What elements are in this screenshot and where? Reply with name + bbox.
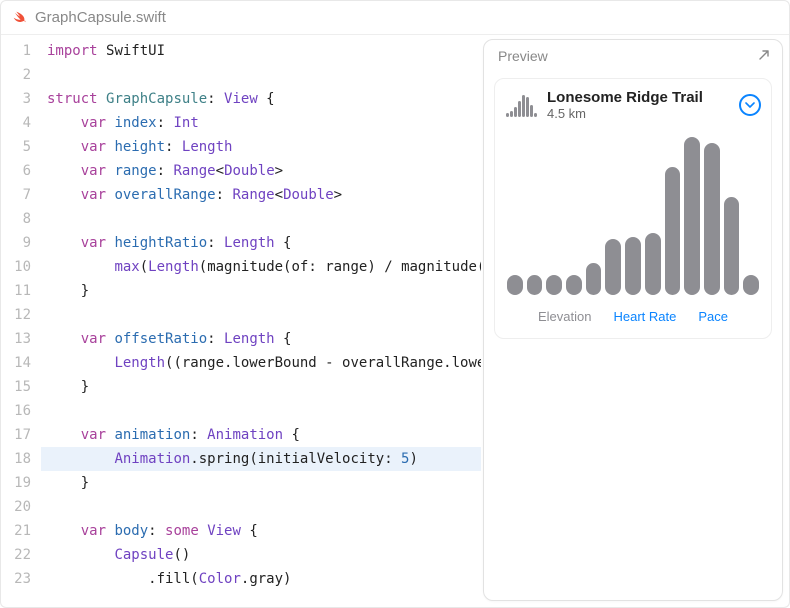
preview-header: Preview <box>484 40 782 70</box>
code-line[interactable]: Animation.spring(initialVelocity: 5) <box>41 447 481 471</box>
code-line[interactable] <box>41 207 481 231</box>
code-line[interactable]: var animation: Animation { <box>41 423 481 447</box>
line-number: 10 <box>1 255 31 279</box>
code-line[interactable]: max(Length(magnitude(of: range) / magnit… <box>41 255 481 279</box>
trail-thumb-icon <box>505 91 537 119</box>
chart-capsule <box>586 263 602 295</box>
code-line[interactable]: struct GraphCapsule: View { <box>41 87 481 111</box>
code-line[interactable] <box>41 495 481 519</box>
chart-capsule <box>507 275 523 295</box>
tab-elevation[interactable]: Elevation <box>538 309 591 324</box>
line-number: 21 <box>1 519 31 543</box>
line-number: 3 <box>1 87 31 111</box>
line-number: 12 <box>1 303 31 327</box>
chart-capsule <box>605 239 621 295</box>
swift-file-icon <box>11 10 27 26</box>
line-number: 15 <box>1 375 31 399</box>
line-number: 17 <box>1 423 31 447</box>
content-row: 1234567891011121314151617181920212223 im… <box>1 35 789 607</box>
line-number: 8 <box>1 207 31 231</box>
elevation-chart <box>505 135 761 295</box>
line-number: 22 <box>1 543 31 567</box>
code-area[interactable]: import SwiftUI struct GraphCapsule: View … <box>41 39 481 607</box>
line-number: 23 <box>1 567 31 591</box>
chart-tabs: Elevation Heart Rate Pace <box>505 309 761 324</box>
preview-panel: Preview <box>483 39 783 601</box>
code-line[interactable]: var heightRatio: Length { <box>41 231 481 255</box>
code-line[interactable]: import SwiftUI <box>41 39 481 63</box>
file-titlebar: GraphCapsule.swift <box>1 1 789 35</box>
code-line[interactable]: } <box>41 471 481 495</box>
chart-capsule <box>743 275 759 295</box>
trail-distance: 4.5 km <box>547 106 729 121</box>
file-name: GraphCapsule.swift <box>35 9 166 26</box>
line-number: 4 <box>1 111 31 135</box>
expand-icon[interactable] <box>758 49 770 64</box>
chart-capsule <box>665 167 681 295</box>
code-line[interactable] <box>41 63 481 87</box>
tab-pace[interactable]: Pace <box>698 309 728 324</box>
line-number: 20 <box>1 495 31 519</box>
line-number: 7 <box>1 183 31 207</box>
line-number: 11 <box>1 279 31 303</box>
code-line[interactable]: } <box>41 279 481 303</box>
chart-capsule <box>566 275 582 295</box>
code-line[interactable]: Capsule() <box>41 543 481 567</box>
chart-capsule <box>546 275 562 295</box>
line-number: 2 <box>1 63 31 87</box>
chevron-down-circle-icon[interactable] <box>739 94 761 116</box>
line-number: 13 <box>1 327 31 351</box>
chart-capsule <box>625 237 641 295</box>
code-line[interactable]: var range: Range<Double> <box>41 159 481 183</box>
trail-info: Lonesome Ridge Trail 4.5 km <box>547 89 729 121</box>
code-line[interactable]: .fill(Color.gray) <box>41 567 481 591</box>
line-number: 5 <box>1 135 31 159</box>
trail-row: Lonesome Ridge Trail 4.5 km <box>505 89 761 121</box>
line-number: 6 <box>1 159 31 183</box>
code-line[interactable]: var body: some View { <box>41 519 481 543</box>
line-number: 16 <box>1 399 31 423</box>
chart-capsule <box>645 233 661 295</box>
code-line[interactable] <box>41 303 481 327</box>
line-number: 18 <box>1 447 31 471</box>
line-number: 14 <box>1 351 31 375</box>
code-line[interactable]: var overallRange: Range<Double> <box>41 183 481 207</box>
code-line[interactable]: var offsetRatio: Length { <box>41 327 481 351</box>
chart-capsule <box>704 143 720 295</box>
chart-capsule <box>684 137 700 295</box>
code-line[interactable] <box>41 399 481 423</box>
code-line[interactable]: } <box>41 375 481 399</box>
preview-title: Preview <box>498 48 548 64</box>
chart-capsule <box>527 275 543 295</box>
chart-capsule <box>724 197 740 295</box>
preview-card: Lonesome Ridge Trail 4.5 km Elevation He… <box>494 78 772 339</box>
trail-title: Lonesome Ridge Trail <box>547 89 729 106</box>
code-line[interactable]: var height: Length <box>41 135 481 159</box>
code-line[interactable]: Length((range.lowerBound - overallRange.… <box>41 351 481 375</box>
line-number: 9 <box>1 231 31 255</box>
ide-window: GraphCapsule.swift 123456789101112131415… <box>0 0 790 608</box>
code-editor[interactable]: 1234567891011121314151617181920212223 im… <box>1 35 481 607</box>
line-number-gutter: 1234567891011121314151617181920212223 <box>1 39 41 607</box>
code-line[interactable]: var index: Int <box>41 111 481 135</box>
line-number: 19 <box>1 471 31 495</box>
tab-heart-rate[interactable]: Heart Rate <box>613 309 676 324</box>
line-number: 1 <box>1 39 31 63</box>
